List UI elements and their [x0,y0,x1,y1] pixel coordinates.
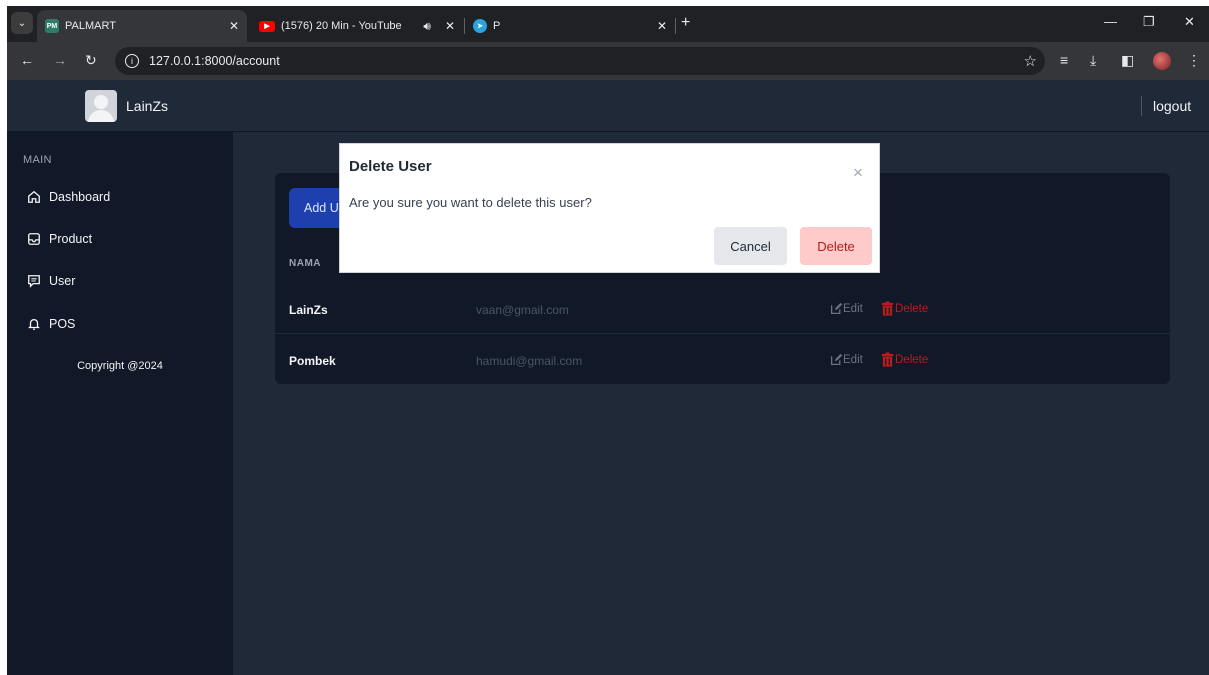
delete-user-modal: Delete User × Are you sure you want to d… [339,143,880,273]
tab-strip: ⌄ PM PALMART ✕ ▶ (1576) 20 Min - YouTube… [7,6,1209,42]
modal-title: Delete User [349,158,432,175]
user-email: vaan@gmail.com [476,303,569,317]
edit-label: Edit [843,302,863,315]
modal-message: Are you sure you want to delete this use… [349,195,592,210]
forward-icon[interactable]: → [53,52,67,68]
delete-button[interactable]: Delete [880,301,928,316]
bell-icon [28,318,40,330]
logout-link[interactable]: logout [1153,98,1191,114]
user-avatar [85,90,117,122]
new-tab-icon[interactable]: + [681,14,690,32]
home-icon [28,190,40,203]
trash-icon [881,352,894,367]
side-panel-icon[interactable]: ◧ [1121,52,1134,69]
sidebar-item-product[interactable]: Product [27,232,92,246]
tab-search-icon[interactable]: ⌄ [11,12,33,34]
edit-button[interactable]: Edit [830,302,863,315]
username: LainZs [126,98,169,114]
url-text: 127.0.0.1:8000/account [149,54,280,68]
profile-avatar-icon[interactable] [1153,52,1171,70]
audio-icon[interactable]: 🔊︎ [423,19,431,34]
delete-label: Delete [895,353,929,366]
reload-icon[interactable]: ↻ [85,52,97,69]
restore-icon[interactable]: ❐ [1143,14,1155,30]
top-navbar: LainZs logout [7,80,1209,132]
tab-telegram[interactable]: ➤ P ✕ [465,10,675,42]
delete-label: Delete [895,302,929,315]
sidebar-item-user[interactable]: User [27,274,75,288]
user-email: hamudi@gmail.com [476,354,583,368]
close-window-icon[interactable]: ✕ [1184,14,1195,30]
user-name: Pombek [289,354,336,368]
close-icon[interactable]: × [853,164,863,181]
edit-button[interactable]: Edit [830,353,863,366]
sidebar-item-label: POS [49,317,76,331]
tab-separator [675,18,676,34]
address-bar[interactable]: i 127.0.0.1:8000/account ☆ [115,47,1045,75]
tab-youtube[interactable]: ▶ (1576) 20 Min - YouTube 🔊︎ ✕ [251,10,463,42]
column-header-nama: NAMA [289,258,321,269]
sidebar-section-label: MAIN [23,154,52,166]
tab-close-icon[interactable]: ✕ [445,19,455,33]
sidebar-item-pos[interactable]: POS [27,317,75,331]
tab-title: (1576) 20 Min - YouTube [281,20,402,32]
table-row: Pombek hamudi@gmail.com Edit Delete [275,335,1170,385]
telegram-icon: ➤ [473,19,487,33]
bookmark-star-icon[interactable]: ☆ [1024,52,1037,70]
edit-icon [830,353,843,366]
browser-toolbar: ← → ↻ i 127.0.0.1:8000/account ☆ ≡ ⤓ ◧ ⋮ [7,42,1209,80]
tab-palmart[interactable]: PM PALMART ✕ [37,10,247,42]
tab-title: P [493,20,501,32]
sidebar-item-label: Dashboard [49,190,111,204]
tab-close-icon[interactable]: ✕ [657,19,667,33]
cancel-button[interactable]: Cancel [714,227,787,265]
palmart-favicon-icon: PM [45,19,59,33]
sidebar-item-label: Product [49,232,93,246]
trash-icon [881,301,894,316]
delete-button[interactable]: Delete [880,352,928,367]
table-row: LainZs vaan@gmail.com Edit Delete [275,284,1170,334]
sidebar-item-label: User [49,274,76,288]
edit-label: Edit [843,353,863,366]
back-icon[interactable]: ← [20,52,34,68]
minimize-icon[interactable]: — [1104,14,1117,29]
browser-window: ⌄ PM PALMART ✕ ▶ (1576) 20 Min - YouTube… [7,6,1209,675]
tab-title: PALMART [65,20,116,32]
sidebar: MAIN Dashboard Product User POS Copyrigh… [7,132,233,675]
sidebar-item-dashboard[interactable]: Dashboard [27,190,110,204]
youtube-icon: ▶ [259,20,275,32]
inbox-icon [28,233,40,245]
divider [1141,96,1142,116]
download-icon[interactable]: ⤓ [1090,52,1096,69]
menu-icon[interactable]: ⋮ [1187,52,1201,69]
copyright-text: Copyright @2024 [77,360,163,372]
tab-close-icon[interactable]: ✕ [229,19,239,33]
site-info-icon[interactable]: i [125,54,139,68]
message-icon [28,275,40,288]
media-control-icon[interactable]: ≡ [1060,52,1068,68]
user-name: LainZs [289,303,328,317]
confirm-delete-button[interactable]: Delete [800,227,872,265]
edit-icon [830,302,843,315]
